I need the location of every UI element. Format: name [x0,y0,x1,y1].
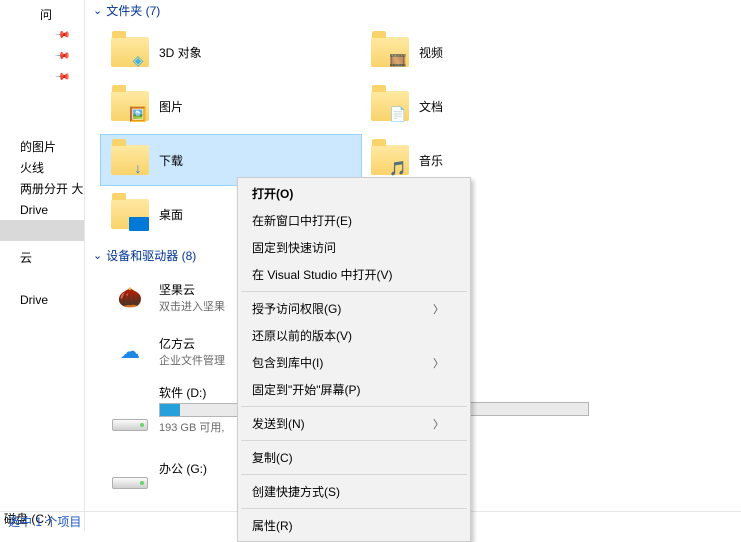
menu-open-new-window[interactable]: 在新窗口中打开(E) [240,207,468,234]
menu-separator [241,406,467,407]
menu-restore-versions[interactable]: 还原以前的版本(V) [240,322,468,349]
menu-properties[interactable]: 属性(R) [240,512,468,539]
tree-item[interactable]: 📌 [0,46,84,67]
tree-item-selected[interactable] [0,220,84,241]
folder-icon [109,193,151,235]
folder-documents[interactable]: 📄 文档 [361,81,621,131]
menu-separator [241,508,467,509]
context-menu: 打开(O) 在新窗口中打开(E) 固定到快速访问 在 Visual Studio… [237,177,471,542]
chevron-right-icon: 〉 [433,416,444,432]
menu-give-access[interactable]: 授予访问权限(G)〉 [240,295,468,322]
pin-icon: 📌 [54,48,71,65]
folder-icon: 🎵 [369,139,411,181]
chevron-down-icon: ⌄ [93,249,102,262]
folder-icon: 📄 [369,85,411,127]
pin-icon: 📌 [54,69,71,86]
menu-pin-start[interactable]: 固定到"开始"屏幕(P) [240,376,468,403]
folder-icon: 🖼️ [109,85,151,127]
pin-icon: 📌 [54,27,71,44]
app-icon: 🌰 [109,276,151,318]
chevron-right-icon: 〉 [433,301,444,317]
folder-3d-objects[interactable]: ◈ 3D 对象 [101,27,361,77]
tree-item[interactable]: 两册分开 大 [0,178,84,199]
tree-item[interactable]: 📌 [0,25,84,46]
menu-pin-quick-access[interactable]: 固定到快速访问 [240,234,468,261]
tree-item[interactable]: 的图片 [0,136,84,157]
chevron-right-icon: 〉 [433,355,444,371]
group-label: 设备和驱动器 [106,247,178,264]
menu-open[interactable]: 打开(O) [240,180,468,207]
drive-icon [109,389,151,431]
menu-open-visual-studio[interactable]: 在 Visual Studio 中打开(V) [240,261,468,288]
folder-videos[interactable]: 🎞️ 视频 [361,27,621,77]
menu-copy[interactable]: 复制(C) [240,444,468,471]
tree-item[interactable]: 📌 [0,67,84,88]
folder-icon: ◈ [109,31,151,73]
group-header-folders[interactable]: ⌄ 文件夹 (7) [85,0,741,21]
folder-icon: 🎞️ [369,31,411,73]
tree-item[interactable]: 云 [0,247,84,268]
tree-item[interactable]: 火线 [0,157,84,178]
folder-pictures[interactable]: 🖼️ 图片 [101,81,361,131]
menu-separator [241,474,467,475]
menu-create-shortcut[interactable]: 创建快捷方式(S) [240,478,468,505]
tree-item[interactable] [0,268,84,289]
chevron-down-icon: ⌄ [93,4,102,17]
group-label: 文件夹 [106,2,142,19]
tree-item[interactable]: Drive [0,289,84,310]
menu-separator [241,291,467,292]
tree-item[interactable] [0,115,84,136]
folder-icon: ↓ [109,139,151,181]
menu-send-to[interactable]: 发送到(N)〉 [240,410,468,437]
tree-item[interactable]: Drive [0,199,84,220]
tree-item[interactable]: 问 [0,4,84,25]
menu-include-library[interactable]: 包含到库中(I)〉 [240,349,468,376]
navigation-pane[interactable]: 问 📌 📌 📌 的图片 火线 两册分开 大 Drive 云 Drive 磁盘 (… [0,0,85,531]
drive-icon [109,447,151,489]
menu-separator [241,440,467,441]
status-selection: 选中 1 个项目 [8,513,81,530]
tree-item[interactable] [0,94,84,115]
app-icon: ☁ [109,330,151,372]
